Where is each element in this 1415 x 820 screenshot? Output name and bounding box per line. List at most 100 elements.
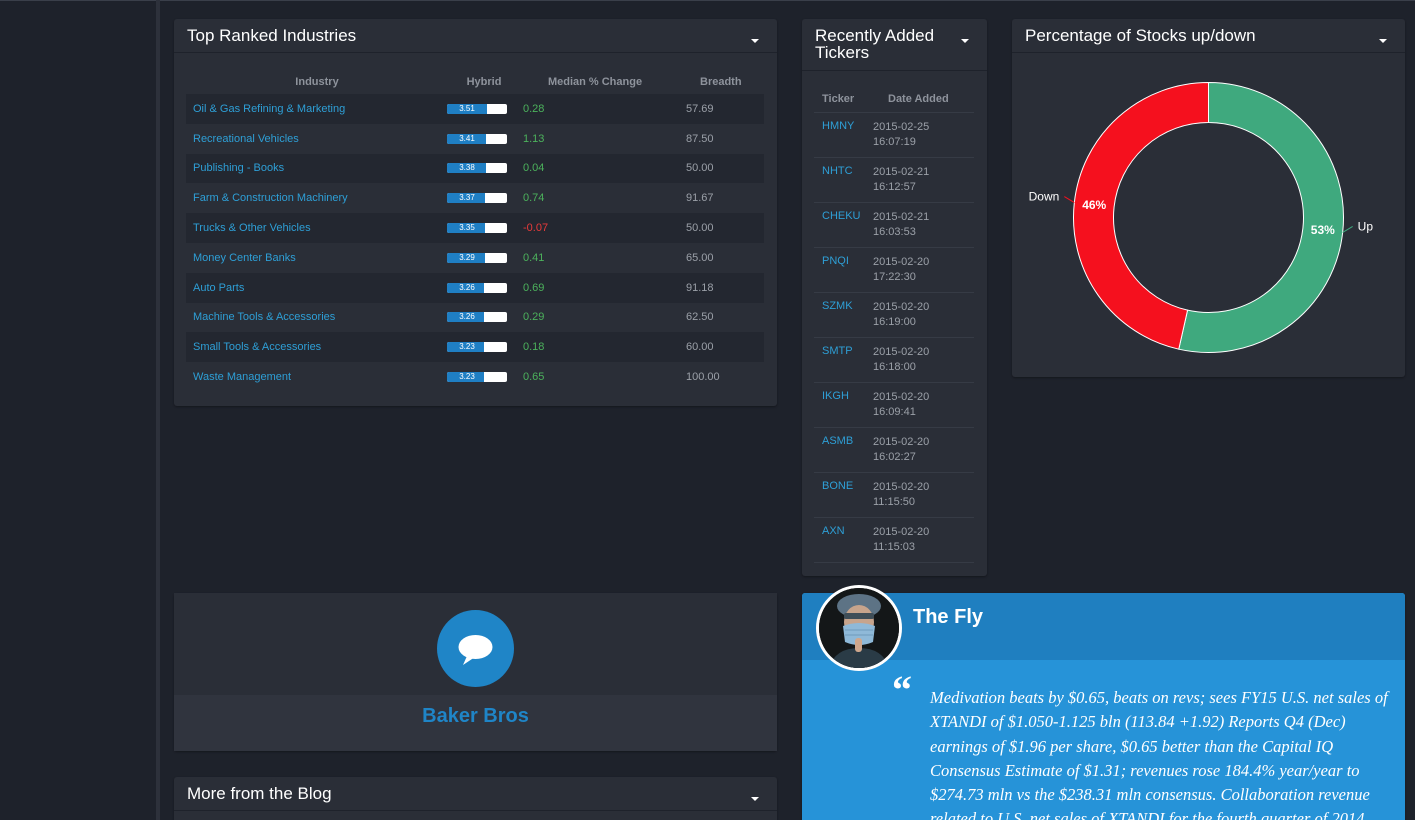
ticker-link[interactable]: IKGH (822, 390, 849, 402)
top-border (0, 0, 1415, 1)
panel-title: More from the Blog (187, 784, 332, 803)
median-change-value: 0.04 (523, 162, 545, 175)
industry-link[interactable]: Recreational Vehicles (193, 133, 299, 145)
ticker-link[interactable]: SZMK (822, 300, 853, 312)
industry-link[interactable]: Trucks & Other Vehicles (193, 222, 311, 234)
quote-icon: “ (892, 667, 912, 712)
baker-bros-link[interactable]: Baker Bros (174, 705, 777, 728)
ticker-cell: SMTP (814, 345, 873, 382)
column-header-ticker[interactable]: Ticker (814, 93, 873, 105)
ticker-link[interactable]: CHEKU (822, 210, 861, 222)
date-added-date: 2015-02-20 (873, 391, 930, 403)
table-row: Oil & Gas Refining & Marketing 3.51 0.28 57… (186, 94, 764, 124)
speech-bubble-icon[interactable] (437, 610, 514, 687)
date-added-cell: 2015-02-21 16:12:57 (873, 165, 973, 202)
hybrid-value: 3.29 (459, 252, 475, 262)
hybrid-value: 3.37 (459, 193, 475, 203)
date-added-cell: 2015-02-25 16:07:19 (873, 120, 973, 157)
table-row: Auto Parts 3.26 0.69 91.18 (186, 272, 764, 303)
industry-link[interactable]: Farm & Construction Machinery (193, 192, 348, 204)
table-row: Small Tools & Accessories 3.23 0.18 60.00 (186, 332, 764, 363)
top-ranked-industries-panel: Top Ranked Industries Industry Hybrid Me… (174, 19, 777, 406)
chevron-down-icon[interactable] (961, 39, 969, 43)
breadth-value: 100.00 (686, 371, 720, 384)
panel-header: More from the Blog (174, 777, 777, 811)
date-added-time: 16:18:00 (873, 361, 916, 373)
breadth-value: 57.69 (686, 102, 714, 115)
date-added-time: 17:22:30 (873, 271, 916, 283)
hybrid-value: 3.26 (459, 282, 475, 292)
median-change-value: 0.28 (523, 102, 545, 115)
industry-link[interactable]: Small Tools & Accessories (193, 341, 321, 353)
industry-link[interactable]: Publishing - Books (193, 162, 284, 174)
hybrid-bar: 3.35 (447, 223, 507, 234)
avatar[interactable] (816, 585, 902, 671)
column-header-industry[interactable]: Industry (186, 76, 448, 88)
industry-link[interactable]: Money Center Banks (193, 252, 296, 264)
industry-cell: Small Tools & Accessories (186, 341, 448, 353)
median-change-value: 0.29 (523, 311, 545, 324)
date-added-cell: 2015-02-21 16:03:53 (873, 210, 973, 247)
hybrid-bar: 3.23 (447, 372, 507, 383)
hybrid-bar: 3.51 (447, 103, 507, 114)
industry-link[interactable]: Oil & Gas Refining & Marketing (193, 103, 345, 115)
ticker-link[interactable]: ASMB (822, 435, 853, 447)
hybrid-bar: 3.26 (447, 312, 507, 323)
ticker-cell: CHEKU (814, 210, 873, 247)
panel-title: Recently Added Tickers (815, 26, 935, 62)
ticker-link[interactable]: AXN (822, 525, 845, 537)
card-title[interactable]: The Fly (913, 606, 983, 629)
date-added-cell: 2015-02-20 17:22:30 (873, 255, 973, 292)
ticker-link[interactable]: HMNY (822, 120, 854, 132)
surgeon-avatar-icon (819, 588, 899, 668)
table-row: Publishing - Books 3.38 0.04 50.00 (186, 153, 764, 184)
table-row: NHTC 2015-02-21 16:12:57 (814, 158, 974, 203)
hybrid-value: 3.26 (459, 312, 475, 322)
chevron-down-icon[interactable] (751, 39, 759, 43)
date-added-time: 16:09:41 (873, 406, 916, 418)
ticker-link[interactable]: SMTP (822, 345, 853, 357)
column-header-breadth[interactable]: Breadth (686, 76, 764, 88)
date-added-date: 2015-02-20 (873, 436, 930, 448)
ticker-link[interactable]: BONE (822, 480, 853, 492)
the-fly-card: The Fly “ Medivation beats by $0.65, bea… (802, 585, 1405, 820)
industry-link[interactable]: Waste Management (193, 371, 291, 383)
date-added-cell: 2015-02-20 11:15:50 (873, 480, 973, 517)
hybrid-bar: 3.37 (447, 193, 507, 204)
date-added-cell: 2015-02-20 16:19:00 (873, 300, 973, 337)
donut-chart: 53% Up 46% Down (1029, 81, 1374, 353)
date-added-date: 2015-02-20 (873, 346, 930, 358)
hybrid-cell: 3.26 (447, 282, 520, 293)
breadth-value: 91.67 (686, 192, 714, 205)
slice-down[interactable] (1073, 81, 1209, 350)
ticker-link[interactable]: NHTC (822, 165, 853, 177)
date-added-date: 2015-02-21 (873, 211, 930, 223)
ticker-cell: AXN (814, 525, 873, 562)
column-header-hybrid[interactable]: Hybrid (448, 76, 520, 88)
date-added-date: 2015-02-20 (873, 301, 930, 313)
sidebar-edge (156, 0, 160, 820)
ticker-cell: ASMB (814, 435, 873, 472)
industry-link[interactable]: Auto Parts (193, 282, 244, 294)
hybrid-bar: 3.38 (447, 163, 507, 174)
chevron-down-icon[interactable] (751, 797, 759, 801)
industry-cell: Recreational Vehicles (186, 133, 448, 145)
industry-link[interactable]: Machine Tools & Accessories (193, 311, 335, 323)
hybrid-value: 3.41 (459, 133, 475, 143)
ticker-link[interactable]: PNQI (822, 255, 849, 267)
column-header-date-added[interactable]: Date Added (873, 93, 973, 105)
slice-category-label: Up (1358, 219, 1374, 233)
slice-connector (1064, 196, 1075, 203)
slice-connector (1342, 226, 1353, 233)
breadth-value: 62.50 (686, 311, 714, 324)
table-header: Ticker Date Added (814, 86, 974, 113)
ticker-cell: IKGH (814, 390, 873, 427)
breadth-value: 50.00 (686, 222, 714, 235)
recently-added-tickers-panel: Recently Added Tickers Ticker Date Added… (802, 19, 987, 576)
date-added-date: 2015-02-20 (873, 256, 930, 268)
table-row: Waste Management 3.23 0.65 100.00 (186, 362, 764, 392)
date-added-date: 2015-02-21 (873, 166, 930, 178)
table-row: Farm & Construction Machinery 3.37 0.74 91.… (186, 183, 764, 213)
breadth-value: 65.00 (686, 251, 714, 264)
column-header-median-change[interactable]: Median % Change (520, 76, 686, 88)
